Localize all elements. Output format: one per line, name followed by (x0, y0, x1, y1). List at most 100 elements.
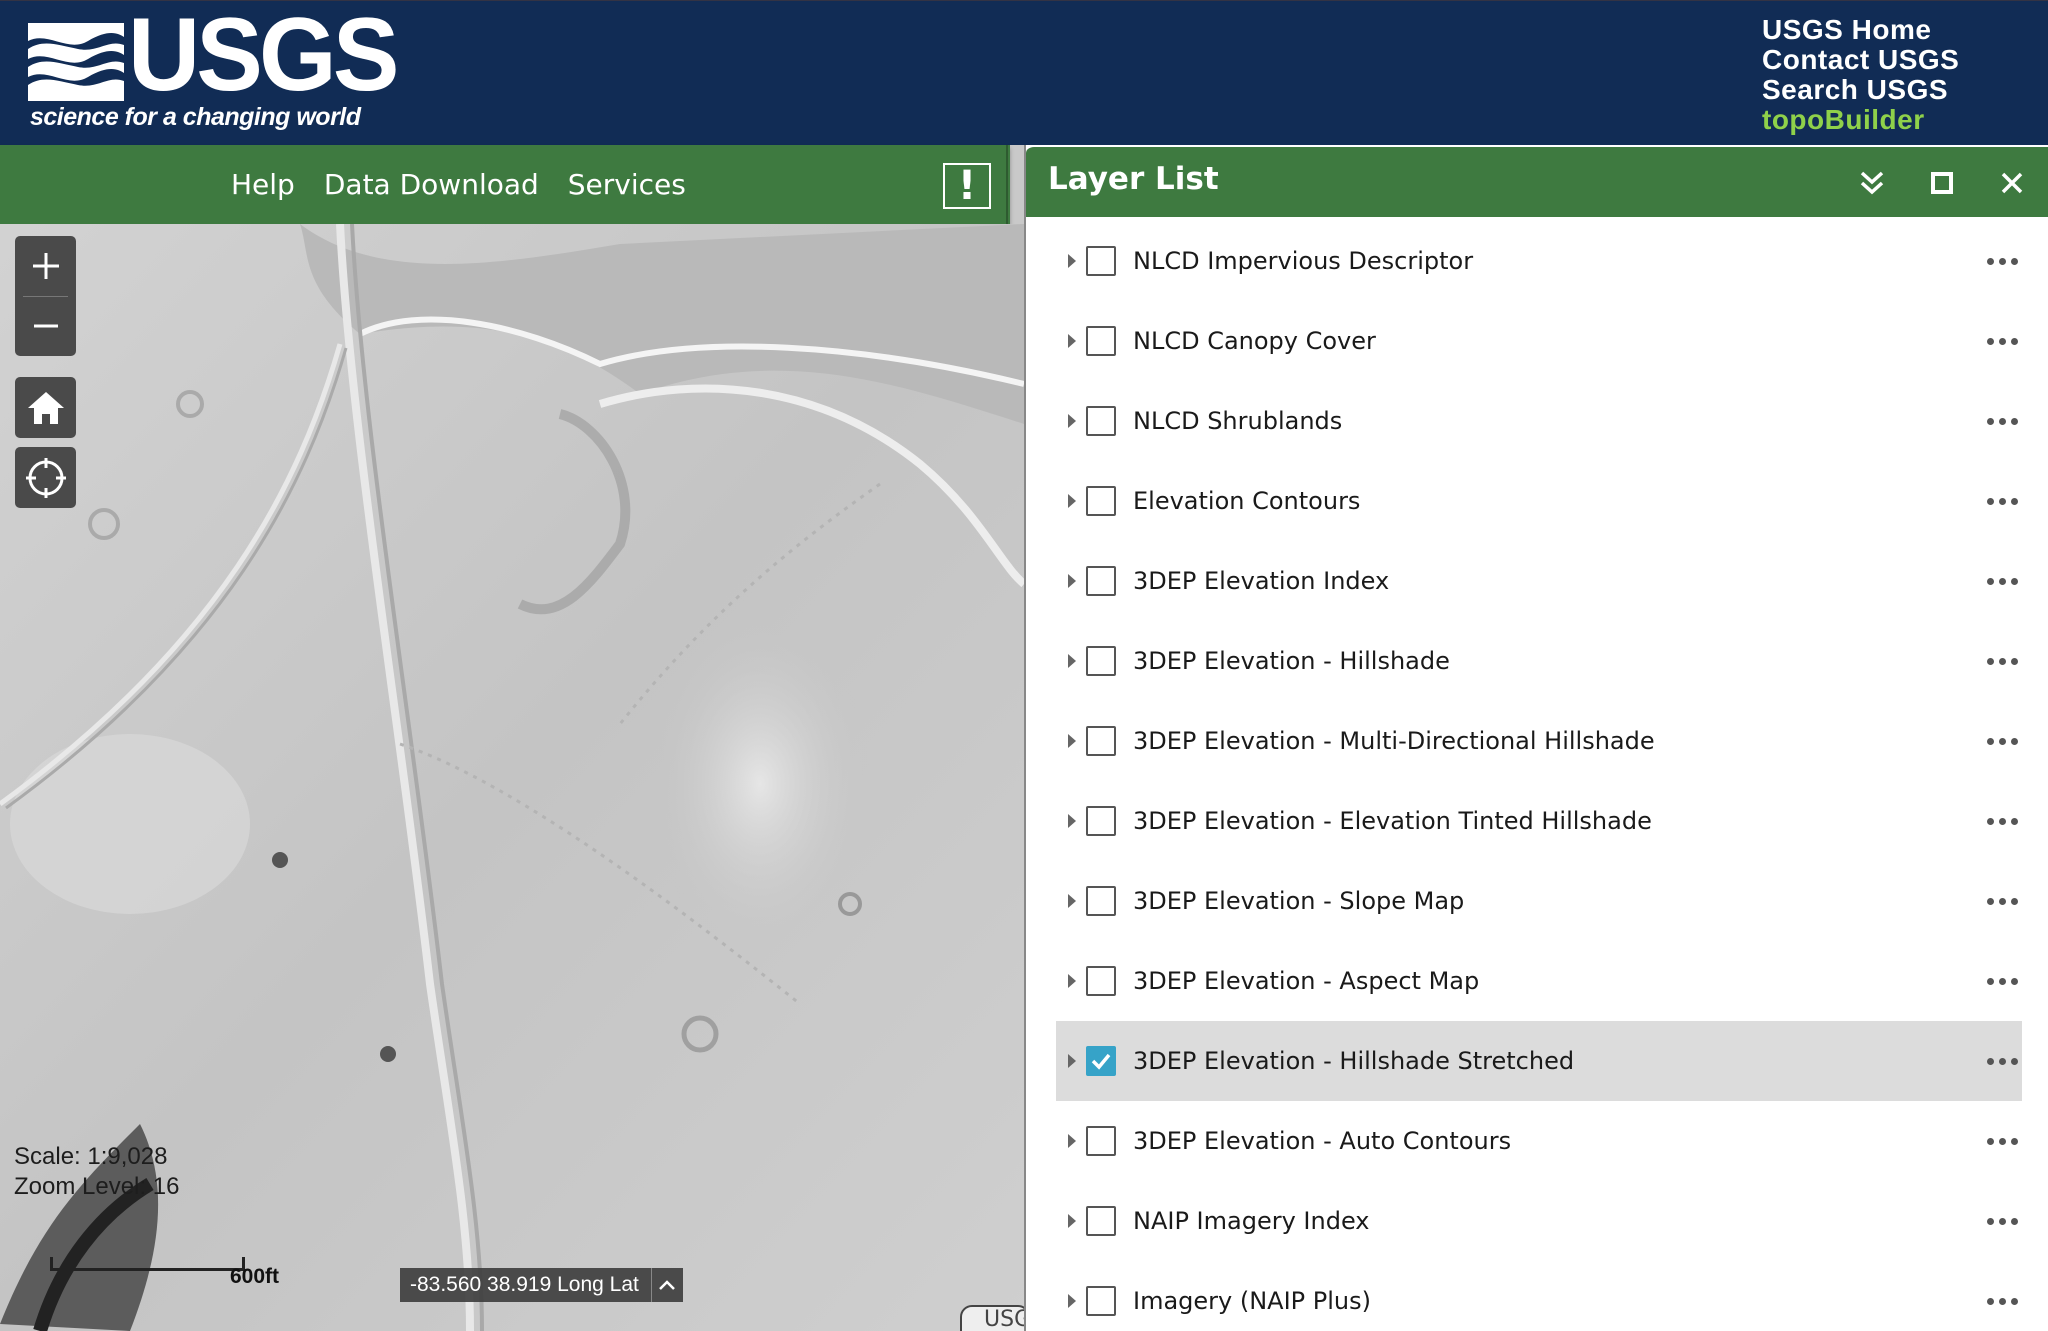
expand-caret-icon[interactable] (1068, 654, 1076, 668)
maximize-icon (1931, 172, 1953, 194)
zoom-in-button[interactable] (15, 236, 76, 296)
layer-row[interactable]: Imagery (NAIP Plus) (1056, 1261, 2022, 1331)
layer-row[interactable]: Elevation Contours (1056, 461, 2022, 541)
collapse-panel-button[interactable] (1854, 165, 1890, 201)
layer-visibility-checkbox[interactable] (1086, 246, 1116, 276)
scale-info: Scale: 1:9,028 Zoom Level: 16 (14, 1142, 179, 1202)
zoom-out-button[interactable] (15, 296, 76, 356)
layer-visibility-checkbox[interactable] (1086, 1286, 1116, 1316)
layer-visibility-checkbox[interactable] (1086, 486, 1116, 516)
scalebar-label: 600ft (230, 1265, 280, 1288)
contact-usgs-link[interactable]: Contact USGS (1762, 45, 1959, 75)
usgs-home-link[interactable]: USGS Home (1762, 15, 1959, 45)
nav-data-download[interactable]: Data Download (324, 168, 539, 201)
layer-options-icon[interactable] (1987, 461, 2018, 541)
expand-caret-icon[interactable] (1068, 254, 1076, 268)
logo-tagline: science for a changing world (30, 103, 361, 131)
layer-visibility-checkbox[interactable] (1086, 1126, 1116, 1156)
zoom-control (15, 236, 76, 356)
layer-options-icon[interactable] (1987, 381, 2018, 461)
layer-visibility-checkbox[interactable] (1086, 966, 1116, 996)
layer-label: NLCD Impervious Descriptor (1133, 247, 1474, 275)
checkmark-icon (1091, 1053, 1111, 1070)
expand-caret-icon[interactable] (1068, 334, 1076, 348)
plus-icon (32, 253, 59, 279)
usgs-logo[interactable]: USGS science for a changing world (28, 3, 399, 137)
layer-options-icon[interactable] (1987, 1261, 2018, 1331)
layer-visibility-checkbox[interactable] (1086, 326, 1116, 356)
nav-help[interactable]: Help (231, 168, 295, 201)
home-button[interactable] (15, 377, 76, 438)
layer-options-icon[interactable] (1987, 1021, 2018, 1101)
layer-row[interactable]: NLCD Canopy Cover (1056, 301, 2022, 381)
scalebar (50, 1257, 245, 1271)
layer-visibility-checkbox[interactable] (1086, 646, 1116, 676)
locate-icon (25, 457, 66, 498)
layer-visibility-checkbox[interactable] (1086, 726, 1116, 756)
layer-row[interactable]: 3DEP Elevation - Hillshade Stretched (1056, 1021, 2022, 1101)
layer-label: 3DEP Elevation - Multi-Directional Hills… (1133, 727, 1655, 755)
map-view[interactable]: Scale: 1:9,028 Zoom Level: 16 600ft -83.… (0, 224, 1024, 1331)
layer-options-icon[interactable] (1987, 221, 2018, 301)
layer-visibility-checkbox[interactable] (1086, 566, 1116, 596)
scale-text: Scale: 1:9,028 (14, 1143, 168, 1170)
layer-row[interactable]: 3DEP Elevation - Multi-Directional Hills… (1056, 701, 2022, 781)
expand-caret-icon[interactable] (1068, 574, 1076, 588)
layer-options-icon[interactable] (1987, 701, 2018, 781)
expand-caret-icon[interactable] (1068, 1134, 1076, 1148)
expand-caret-icon[interactable] (1068, 974, 1076, 988)
layer-list-panel: Layer List NLCD Impervious Descriptor NLC… (1024, 145, 2048, 1331)
layer-visibility-checkbox[interactable] (1086, 406, 1116, 436)
expand-caret-icon[interactable] (1068, 814, 1076, 828)
expand-caret-icon[interactable] (1068, 1214, 1076, 1228)
search-usgs-link[interactable]: Search USGS (1762, 75, 1959, 105)
expand-caret-icon[interactable] (1068, 734, 1076, 748)
minus-icon (33, 324, 58, 328)
expand-caret-icon[interactable] (1068, 494, 1076, 508)
layer-options-icon[interactable] (1987, 621, 2018, 701)
layer-label: NLCD Shrublands (1133, 407, 1343, 435)
layer-options-icon[interactable] (1987, 541, 2018, 621)
layer-row[interactable]: 3DEP Elevation - Auto Contours (1056, 1101, 2022, 1181)
layer-visibility-checkbox[interactable] (1086, 1046, 1116, 1076)
layer-label: 3DEP Elevation - Hillshade Stretched (1133, 1047, 1575, 1075)
locate-button[interactable] (15, 447, 76, 508)
layer-row[interactable]: NLCD Impervious Descriptor (1056, 221, 2022, 301)
layer-visibility-checkbox[interactable] (1086, 886, 1116, 916)
layer-label: Elevation Contours (1133, 487, 1361, 515)
maximize-panel-button[interactable] (1924, 165, 1960, 201)
layer-row[interactable]: 3DEP Elevation - Aspect Map (1056, 941, 2022, 1021)
expand-caret-icon[interactable] (1068, 414, 1076, 428)
layer-row[interactable]: 3DEP Elevation - Slope Map (1056, 861, 2022, 941)
expand-caret-icon[interactable] (1068, 894, 1076, 908)
layer-options-icon[interactable] (1987, 781, 2018, 861)
zoom-level-text: Zoom Level: 16 (14, 1173, 180, 1200)
layer-row[interactable]: 3DEP Elevation - Elevation Tinted Hillsh… (1056, 781, 2022, 861)
layer-row[interactable]: NAIP Imagery Index (1056, 1181, 2022, 1261)
map-corner-tab[interactable]: USG (960, 1305, 1024, 1331)
layer-row[interactable]: NLCD Shrublands (1056, 381, 2022, 461)
layer-options-icon[interactable] (1987, 941, 2018, 1021)
coordinate-toggle-button[interactable] (650, 1268, 683, 1302)
nav-divider (1006, 145, 1008, 224)
home-icon (27, 391, 64, 424)
expand-caret-icon[interactable] (1068, 1294, 1076, 1308)
chevron-up-icon (659, 1280, 676, 1290)
layer-label: 3DEP Elevation - Elevation Tinted Hillsh… (1133, 807, 1652, 835)
nav-services[interactable]: Services (568, 168, 686, 201)
layer-row[interactable]: 3DEP Elevation - Hillshade (1056, 621, 2022, 701)
layer-label: 3DEP Elevation Index (1133, 567, 1390, 595)
layer-row[interactable]: 3DEP Elevation Index (1056, 541, 2022, 621)
coordinate-readout: -83.560 38.919 Long Lat (400, 1268, 683, 1302)
layer-options-icon[interactable] (1987, 301, 2018, 381)
nav-bar: Help Data Download Services ! (0, 145, 1010, 224)
layer-options-icon[interactable] (1987, 1181, 2018, 1261)
layer-visibility-checkbox[interactable] (1086, 1206, 1116, 1236)
close-panel-button[interactable] (1994, 165, 2030, 201)
layer-options-icon[interactable] (1987, 1101, 2018, 1181)
topobuilder-link[interactable]: topoBuilder (1762, 105, 1959, 135)
layer-visibility-checkbox[interactable] (1086, 806, 1116, 836)
layer-options-icon[interactable] (1987, 861, 2018, 941)
alert-button[interactable]: ! (943, 163, 991, 209)
expand-caret-icon[interactable] (1068, 1054, 1076, 1068)
